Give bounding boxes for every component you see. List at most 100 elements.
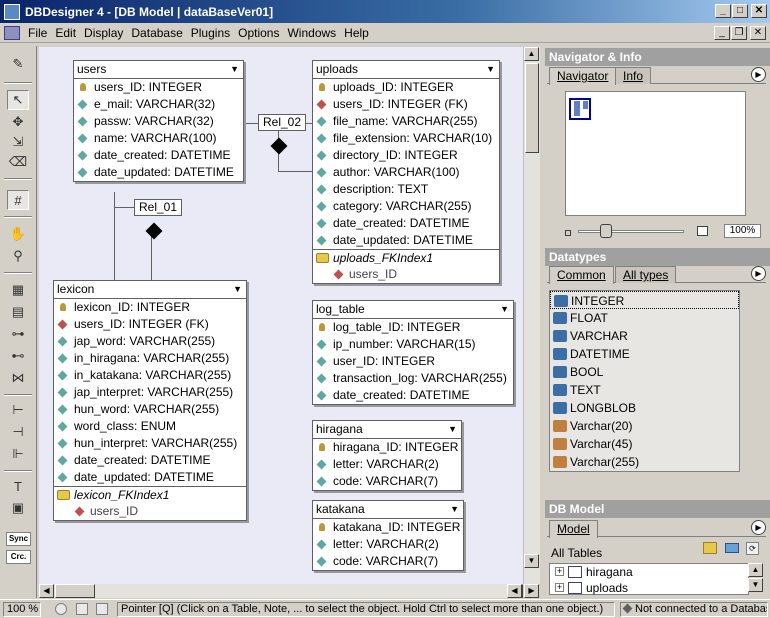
scroll-right-button-2[interactable]: ▶ bbox=[524, 584, 539, 598]
datatype-item[interactable]: Varchar(255) bbox=[550, 453, 739, 471]
relation-c-icon[interactable]: ⊩ bbox=[7, 444, 29, 464]
tree-item-hiragana[interactable]: + hiragana bbox=[550, 564, 748, 580]
table-dropdown-icon[interactable]: ▼ bbox=[500, 301, 509, 318]
table-header[interactable]: lexicon ▼ bbox=[54, 281, 246, 299]
column-row[interactable]: users_ID: INTEGER (FK) bbox=[54, 316, 246, 333]
column-row[interactable]: letter: VARCHAR(2) bbox=[313, 456, 461, 473]
note-icon[interactable]: T bbox=[7, 476, 29, 496]
datatype-item[interactable]: LONGBLOB bbox=[550, 399, 739, 417]
zoom-icon[interactable]: ⚲ bbox=[7, 246, 29, 266]
column-row[interactable]: user_ID: INTEGER bbox=[313, 353, 513, 370]
close-button[interactable]: ✕ bbox=[751, 4, 767, 18]
table-dropdown-icon[interactable]: ▼ bbox=[233, 281, 242, 298]
table-hiragana[interactable]: hiragana ▼ hiragana_ID: INTEGER letter: VAR… bbox=[312, 420, 462, 491]
column-row[interactable]: users_ID: INTEGER (FK) bbox=[313, 96, 499, 113]
horizontal-scroll-thumb[interactable] bbox=[55, 584, 95, 598]
tab-navigator[interactable]: Navigator bbox=[549, 67, 617, 85]
table-dropdown-icon[interactable]: ▼ bbox=[486, 61, 495, 78]
relation-11-icon[interactable]: ⊷ bbox=[7, 346, 29, 366]
new-table-icon[interactable] bbox=[703, 542, 717, 554]
tab-model[interactable]: Model bbox=[549, 520, 598, 538]
menu-database[interactable]: Database bbox=[127, 26, 186, 40]
column-row[interactable]: in_katakana: VARCHAR(255) bbox=[54, 367, 246, 384]
eraser-icon[interactable]: ⌫ bbox=[7, 152, 29, 172]
datatype-item[interactable]: INTEGER bbox=[550, 291, 739, 309]
expand-icon[interactable]: + bbox=[555, 567, 564, 576]
zoom-value[interactable]: 100% bbox=[724, 224, 761, 238]
column-row[interactable]: in_hiragana: VARCHAR(255) bbox=[54, 350, 246, 367]
column-row[interactable]: date_created: DATETIME bbox=[74, 147, 243, 164]
scroll-left-button[interactable]: ◀ bbox=[39, 584, 54, 598]
datatype-item[interactable]: Varchar(20) bbox=[550, 417, 739, 435]
column-row[interactable]: jap_interpret: VARCHAR(255) bbox=[54, 384, 246, 401]
mdi-restore-button[interactable]: ❐ bbox=[731, 26, 747, 40]
relation-label-rel02[interactable]: Rel_02 bbox=[258, 114, 307, 131]
column-row[interactable]: code: VARCHAR(7) bbox=[313, 553, 463, 570]
save-icon[interactable] bbox=[76, 603, 88, 615]
table-users[interactable]: users ▼ users_ID: INTEGER e_mail: VARCHAR(3… bbox=[73, 60, 244, 182]
column-row[interactable]: log_table_ID: INTEGER bbox=[313, 319, 513, 336]
column-row[interactable]: date_created: DATETIME bbox=[313, 215, 499, 232]
column-row[interactable]: ip_number: VARCHAR(15) bbox=[313, 336, 513, 353]
scroll-down-button[interactable]: ▼ bbox=[524, 554, 539, 568]
index-row[interactable]: lexicon_FKIndex1 bbox=[54, 486, 246, 503]
zoom-out-icon[interactable] bbox=[565, 230, 571, 236]
menu-help[interactable]: Help bbox=[340, 26, 373, 40]
mdi-close-button[interactable]: ✕ bbox=[750, 26, 766, 40]
column-row[interactable]: date_updated: DATETIME bbox=[54, 469, 246, 486]
refresh-icon[interactable]: ⟳ bbox=[746, 542, 759, 555]
column-row[interactable]: users_ID: INTEGER bbox=[74, 79, 243, 96]
edit-icon[interactable] bbox=[725, 543, 739, 553]
doc-icon[interactable] bbox=[96, 603, 108, 615]
table-katakana[interactable]: katakana ▼ katakana_ID: INTEGER letter: VAR… bbox=[312, 500, 464, 571]
tree-scroll-down[interactable]: ▼ bbox=[748, 578, 763, 592]
column-row[interactable]: date_created: DATETIME bbox=[54, 452, 246, 469]
datatype-item[interactable]: FLOAT bbox=[550, 309, 739, 327]
table-header[interactable]: users ▼ bbox=[74, 61, 243, 79]
column-row[interactable]: hun_word: VARCHAR(255) bbox=[54, 401, 246, 418]
index-column-row[interactable]: users_ID bbox=[54, 503, 246, 520]
pointer-icon[interactable]: ↖ bbox=[7, 90, 29, 110]
table-log-table[interactable]: log_table ▼ log_table_ID: INTEGER ip_number… bbox=[312, 300, 514, 405]
navigator-next-icon[interactable]: ▶ bbox=[751, 67, 766, 82]
column-row[interactable]: category: VARCHAR(255) bbox=[313, 198, 499, 215]
scroll-left-button-2[interactable]: ◀ bbox=[507, 584, 522, 598]
zoom-slider-thumb[interactable] bbox=[600, 224, 612, 238]
column-row[interactable]: uploads_ID: INTEGER bbox=[313, 79, 499, 96]
column-row[interactable]: katakana_ID: INTEGER bbox=[313, 519, 463, 536]
column-row[interactable]: file_extension: VARCHAR(10) bbox=[313, 130, 499, 147]
vertical-scrollbar[interactable]: ▲ ▼ bbox=[523, 47, 540, 584]
dbmodel-next-icon[interactable]: ▶ bbox=[751, 520, 766, 535]
menu-edit[interactable]: Edit bbox=[51, 26, 80, 40]
datatypes-next-icon[interactable]: ▶ bbox=[751, 266, 766, 281]
crc-button[interactable]: Crc. bbox=[6, 550, 31, 564]
column-row[interactable]: transaction_log: VARCHAR(255) bbox=[313, 370, 513, 387]
datatype-item[interactable]: VARCHAR bbox=[550, 327, 739, 345]
relation-label-rel01[interactable]: Rel_01 bbox=[134, 199, 183, 216]
column-row[interactable]: date_updated: DATETIME bbox=[313, 232, 499, 249]
hand-icon[interactable]: ✋ bbox=[7, 224, 29, 244]
table-dropdown-icon[interactable]: ▼ bbox=[448, 421, 457, 438]
datatype-item[interactable]: TEXT bbox=[550, 381, 739, 399]
minimize-button[interactable]: _ bbox=[715, 4, 731, 18]
maximize-button[interactable]: □ bbox=[732, 4, 748, 18]
diagram-canvas[interactable]: Rel_01 Rel_02 users ▼ users_ID: INTEGER e_m… bbox=[39, 47, 523, 584]
tab-info[interactable]: Info bbox=[615, 67, 652, 84]
wand-icon[interactable]: ✎ bbox=[7, 54, 29, 74]
tab-common[interactable]: Common bbox=[549, 266, 614, 284]
column-row[interactable]: date_created: DATETIME bbox=[313, 387, 513, 404]
horizontal-scrollbar[interactable]: ◀ ▶ bbox=[39, 584, 523, 598]
move-icon[interactable]: ✥ bbox=[7, 112, 29, 132]
datatype-item[interactable]: Varchar(45) bbox=[550, 435, 739, 453]
column-row[interactable]: code: VARCHAR(7) bbox=[313, 473, 461, 490]
relation-a-icon[interactable]: ⊢ bbox=[7, 400, 29, 420]
navigator-view[interactable] bbox=[565, 91, 746, 216]
column-row[interactable]: author: VARCHAR(100) bbox=[313, 164, 499, 181]
menu-options[interactable]: Options bbox=[234, 26, 283, 40]
table-header[interactable]: log_table ▼ bbox=[313, 301, 513, 319]
menu-plugins[interactable]: Plugins bbox=[187, 26, 234, 40]
datatype-item[interactable]: DATETIME bbox=[550, 345, 739, 363]
size-icon[interactable]: ⇲ bbox=[7, 132, 29, 152]
column-row[interactable]: passw: VARCHAR(32) bbox=[74, 113, 243, 130]
sync-button[interactable]: Sync bbox=[6, 532, 31, 546]
